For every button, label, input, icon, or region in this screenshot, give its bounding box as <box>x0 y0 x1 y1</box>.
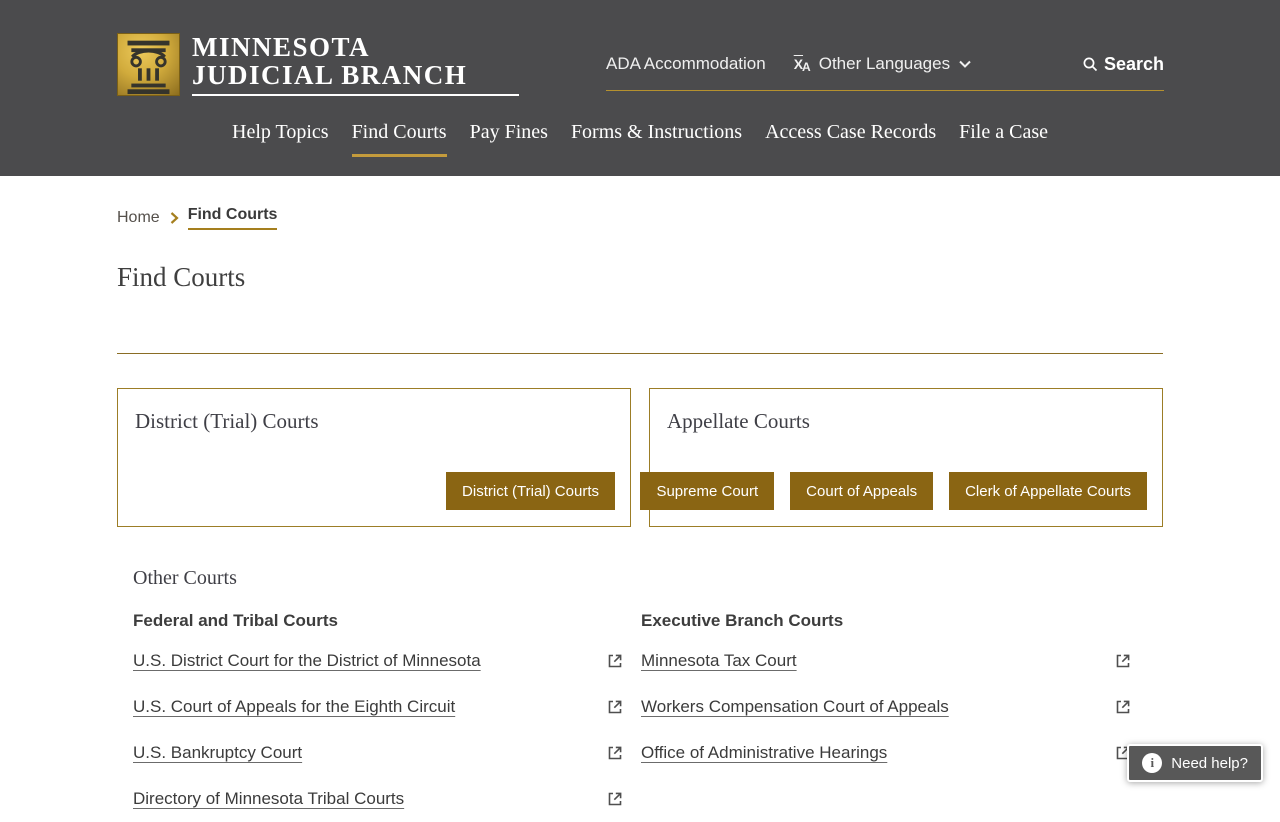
district-trial-courts-button[interactable]: District (Trial) Courts <box>446 472 615 510</box>
list-item: Workers Compensation Court of Appeals <box>641 684 1133 730</box>
pillar-icon <box>127 40 170 95</box>
translate-icon-a: A <box>802 60 811 74</box>
site-header: MINNESOTA JUDICIAL BRANCH ADA Accommodat… <box>0 0 1280 176</box>
breadcrumb: Home Find Courts <box>117 206 278 230</box>
district-courts-card-buttons: District (Trial) Courts <box>446 472 615 510</box>
ada-accommodation-link[interactable]: ADA Accommodation <box>606 54 766 74</box>
other-courts-section: Other Courts Federal and Tribal Courts U… <box>133 566 1133 822</box>
page-title: Find Courts <box>117 262 246 292</box>
other-courts-heading: Other Courts <box>133 567 237 589</box>
list-item: Office of Administrative Hearings <box>641 730 1133 776</box>
list-item: Minnesota Tax Court <box>641 638 1133 684</box>
external-link-icon[interactable] <box>1113 651 1133 671</box>
brand-line-1: MINNESOTA <box>192 32 371 62</box>
main-nav: Help Topics Find Courts Pay Fines Forms … <box>0 121 1280 157</box>
search-label: Search <box>1103 53 1164 74</box>
us-bankruptcy-court-link[interactable]: U.S. Bankruptcy Court <box>133 743 302 763</box>
info-icon: i <box>1142 753 1163 773</box>
tribal-courts-directory-link[interactable]: Directory of Minnesota Tribal Courts <box>133 789 404 809</box>
nav-item-find-courts[interactable]: Find Courts <box>351 121 447 157</box>
title-divider <box>117 353 1163 354</box>
nav-item-access-case-records[interactable]: Access Case Records <box>765 121 936 157</box>
need-help-label: Need help? <box>1171 754 1248 772</box>
brand-underline <box>192 94 519 96</box>
us-court-of-appeals-link[interactable]: U.S. Court of Appeals for the Eighth Cir… <box>133 697 455 717</box>
external-link-icon[interactable] <box>605 651 625 671</box>
breadcrumb-home-link[interactable]: Home <box>117 209 160 227</box>
other-languages-dropdown[interactable]: XA Other Languages <box>794 54 972 74</box>
nav-item-help-topics[interactable]: Help Topics <box>232 121 329 157</box>
list-item: U.S. Court of Appeals for the Eighth Cir… <box>133 684 625 730</box>
us-district-court-link[interactable]: U.S. District Court for the District of … <box>133 651 481 671</box>
federal-tribal-courts-heading: Federal and Tribal Courts <box>133 611 338 630</box>
federal-tribal-courts-column: Federal and Tribal Courts U.S. District … <box>133 610 625 822</box>
supreme-court-button[interactable]: Supreme Court <box>640 472 775 510</box>
office-admin-hearings-link[interactable]: Office of Administrative Hearings <box>641 743 887 763</box>
court-cards-row: District (Trial) Courts District (Trial)… <box>117 388 1163 527</box>
list-item: U.S. District Court for the District of … <box>133 638 625 684</box>
chevron-right-icon <box>170 212 179 224</box>
external-link-icon[interactable] <box>605 789 625 809</box>
external-link-icon[interactable] <box>605 697 625 717</box>
district-courts-card-title: District (Trial) Courts <box>135 409 319 433</box>
court-of-appeals-button[interactable]: Court of Appeals <box>790 472 934 510</box>
list-item: Directory of Minnesota Tribal Courts <box>133 776 625 822</box>
nav-item-file-a-case[interactable]: File a Case <box>959 121 1048 157</box>
brand-line-2: JUDICIAL BRANCH <box>192 60 468 90</box>
need-help-button[interactable]: i Need help? <box>1127 744 1263 782</box>
search-button[interactable]: Search <box>1082 54 1164 75</box>
appellate-courts-card-title: Appellate Courts <box>667 409 810 433</box>
appellate-courts-card-buttons: Supreme Court Court of Appeals Clerk of … <box>640 472 1147 510</box>
column-logo-icon <box>117 33 180 96</box>
list-item: U.S. Bankruptcy Court <box>133 730 625 776</box>
breadcrumb-current[interactable]: Find Courts <box>187 206 278 230</box>
clerk-of-appellate-courts-button[interactable]: Clerk of Appellate Courts <box>949 472 1147 510</box>
brand-wordmark: MINNESOTA JUDICIAL BRANCH <box>192 33 519 96</box>
nav-item-forms-instructions[interactable]: Forms & Instructions <box>571 121 742 157</box>
executive-branch-courts-heading: Executive Branch Courts <box>641 611 844 630</box>
brand-logo[interactable]: MINNESOTA JUDICIAL BRANCH <box>117 33 519 96</box>
other-languages-label: Other Languages <box>818 54 951 73</box>
executive-branch-courts-column: Executive Branch Courts Minnesota Tax Co… <box>641 610 1133 822</box>
translate-icon: XA <box>794 57 812 74</box>
utility-nav: ADA Accommodation XA Other Languages Sea… <box>606 38 1164 91</box>
other-courts-columns: Federal and Tribal Courts U.S. District … <box>133 610 1133 822</box>
appellate-courts-card: Appellate Courts Supreme Court Court of … <box>640 388 1163 527</box>
search-icon <box>1083 57 1098 71</box>
external-link-icon[interactable] <box>1113 697 1133 717</box>
nav-item-pay-fines[interactable]: Pay Fines <box>470 121 548 157</box>
chevron-down-icon <box>959 60 971 68</box>
district-courts-card: District (Trial) Courts District (Trial)… <box>117 388 631 527</box>
workers-compensation-court-link[interactable]: Workers Compensation Court of Appeals <box>641 697 949 717</box>
external-link-icon[interactable] <box>605 743 625 763</box>
mn-tax-court-link[interactable]: Minnesota Tax Court <box>641 651 797 671</box>
